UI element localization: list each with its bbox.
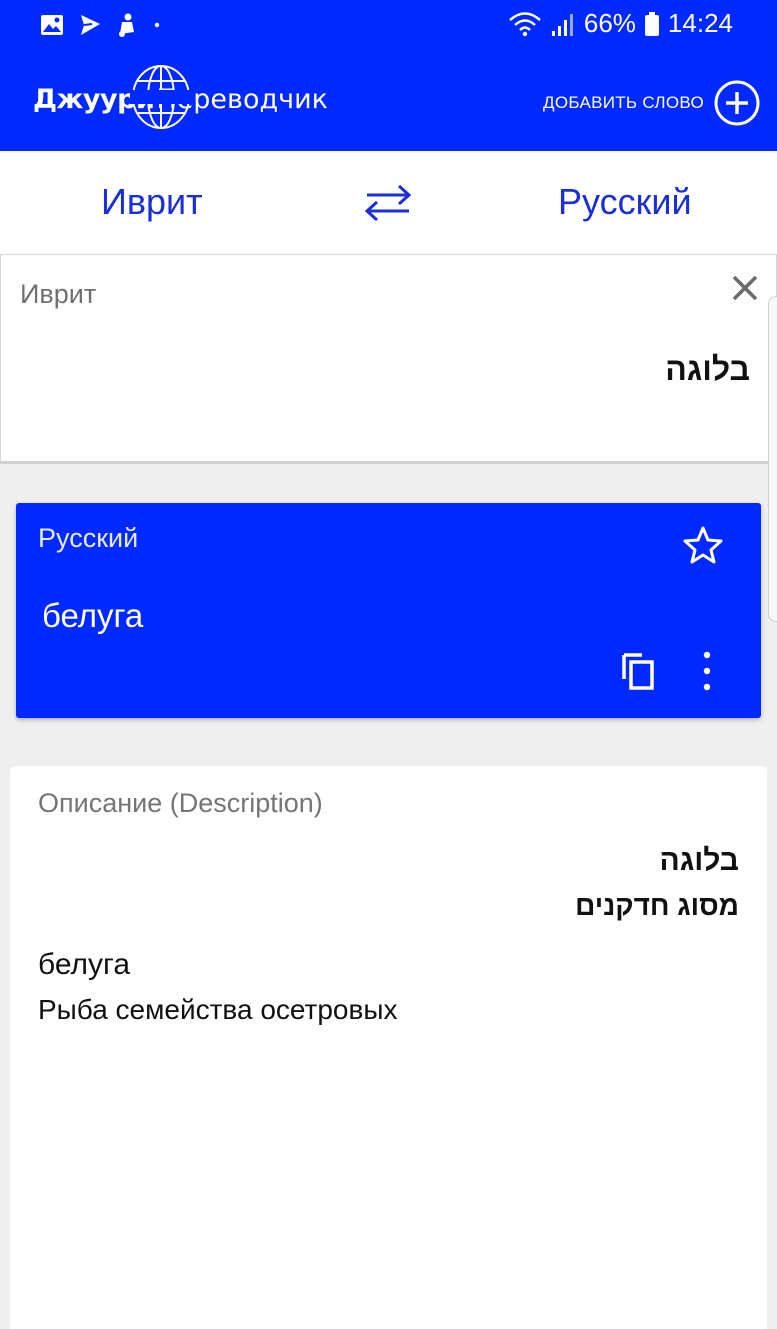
input-language-label: Иврит [20,279,97,309]
target-language-button[interactable]: Русский [558,181,692,223]
add-circle-icon [714,80,760,126]
swap-arrows-icon[interactable] [361,181,415,225]
input-text[interactable]: בלוגה [665,351,750,388]
side-panel-handle[interactable] [768,296,777,622]
description-hebrew-definition: מסוג חדקנים [575,890,739,921]
source-language-button[interactable]: Иврит [101,181,203,223]
battery-icon [644,11,659,36]
notification-icon [119,13,134,37]
description-russian-definition: Рыба семейства осетровых [38,994,398,1025]
close-icon[interactable] [730,273,760,303]
gallery-icon [41,15,63,35]
description-russian-word: белуга [38,948,131,981]
globe-icon [130,65,192,129]
star-outline-icon[interactable] [683,525,723,565]
copy-icon[interactable] [620,651,656,691]
dot-icon [154,22,160,28]
signal-icon [551,13,573,36]
status-icons-left [40,12,162,38]
translation-text: белуга [42,597,144,634]
description-hebrew-word: בלוגה [659,844,739,877]
translation-language-label: Русский [38,523,139,553]
description-title: Описание (Description) [38,788,323,818]
battery-percent: 66% [583,8,636,38]
status-icons-right: 66% 14:24 [508,8,733,39]
language-selector: Иврит Русский [0,151,777,254]
wifi-icon [509,11,541,36]
input-card[interactable]: Иврит בלוגה [0,254,777,464]
clock: 14:24 [667,8,733,38]
translation-card: Русский белуга [16,503,761,718]
description-card: Описание (Description) בלוגה מסוג חדקנים… [10,766,767,1329]
add-word-label: ДОБАВИТЬ СЛОВО [543,93,704,112]
status-bar: 66% 14:24 [0,0,777,50]
app-bar: 66% 14:24 Джуури Переводчик ДОБАВИТЬ СЛО… [0,0,777,151]
translator-screen: 66% 14:24 Джуури Переводчик ДОБАВИТЬ СЛО… [0,0,777,1329]
more-vertical-icon[interactable] [700,649,714,693]
add-word-button[interactable]: ДОБАВИТЬ СЛОВО [543,80,760,126]
app-logo: Джуури Переводчик [33,64,328,134]
send-icon [81,15,100,35]
